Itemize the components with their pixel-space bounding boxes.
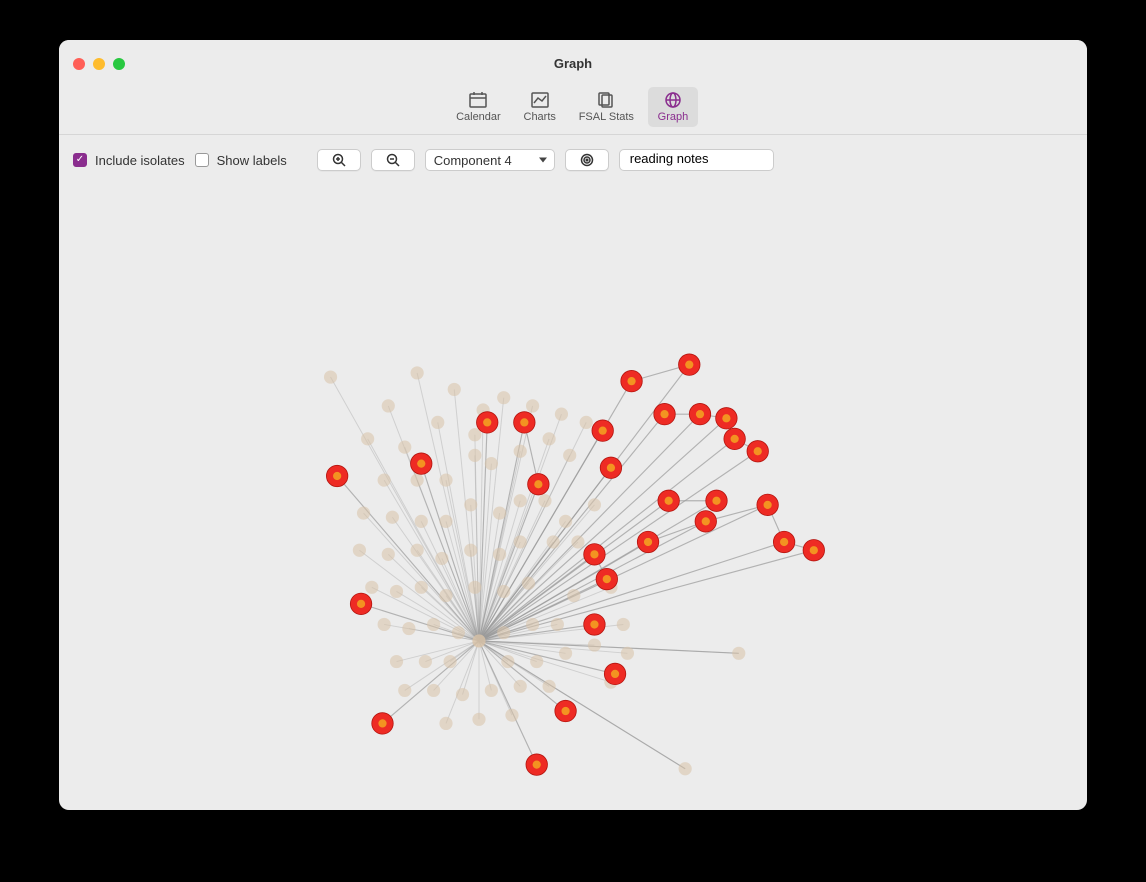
titlebar: Graph (59, 40, 1087, 87)
window-title: Graph (59, 56, 1087, 71)
tab-fsal-stats[interactable]: FSAL Stats (571, 87, 642, 127)
tab-label: FSAL Stats (579, 111, 634, 123)
zoom-in-icon (332, 153, 346, 167)
window-controls (59, 58, 125, 70)
zoom-out-icon (386, 153, 400, 167)
component-select[interactable]: Component 4 (425, 149, 555, 171)
zoom-out-button[interactable] (371, 149, 415, 171)
minimize-icon[interactable] (93, 58, 105, 70)
tab-bar: Calendar Charts FSAL Stats Graph (59, 87, 1087, 135)
graph-toolbar: Include isolates Show labels Component 4 (59, 135, 1087, 179)
zoom-in-button[interactable] (317, 149, 361, 171)
graph-search-input[interactable] (628, 150, 765, 167)
show-labels-label: Show labels (217, 153, 287, 168)
tab-label: Graph (658, 111, 689, 123)
include-isolates-toggle[interactable]: Include isolates (73, 153, 185, 168)
recenter-button[interactable] (565, 149, 609, 171)
show-labels-toggle[interactable]: Show labels (195, 153, 287, 168)
app-window: Graph Calendar Charts FSAL Stats (59, 40, 1087, 810)
calendar-icon (468, 91, 488, 109)
include-isolates-label: Include isolates (95, 153, 185, 168)
target-icon (580, 153, 594, 167)
documents-icon (596, 91, 616, 109)
tab-label: Charts (524, 111, 556, 123)
tab-graph[interactable]: Graph (648, 87, 698, 127)
tab-charts[interactable]: Charts (515, 87, 565, 127)
zoom-icon[interactable] (113, 58, 125, 70)
globe-icon (663, 91, 683, 109)
graph-search[interactable] (619, 149, 774, 171)
component-select-value: Component 4 (434, 153, 512, 168)
tab-label: Calendar (456, 111, 501, 123)
checkbox-icon (195, 153, 209, 167)
checkbox-icon (73, 153, 87, 167)
close-icon[interactable] (73, 58, 85, 70)
graph-canvas[interactable] (59, 175, 1087, 810)
chart-icon (530, 91, 550, 109)
tab-calendar[interactable]: Calendar (448, 87, 509, 127)
